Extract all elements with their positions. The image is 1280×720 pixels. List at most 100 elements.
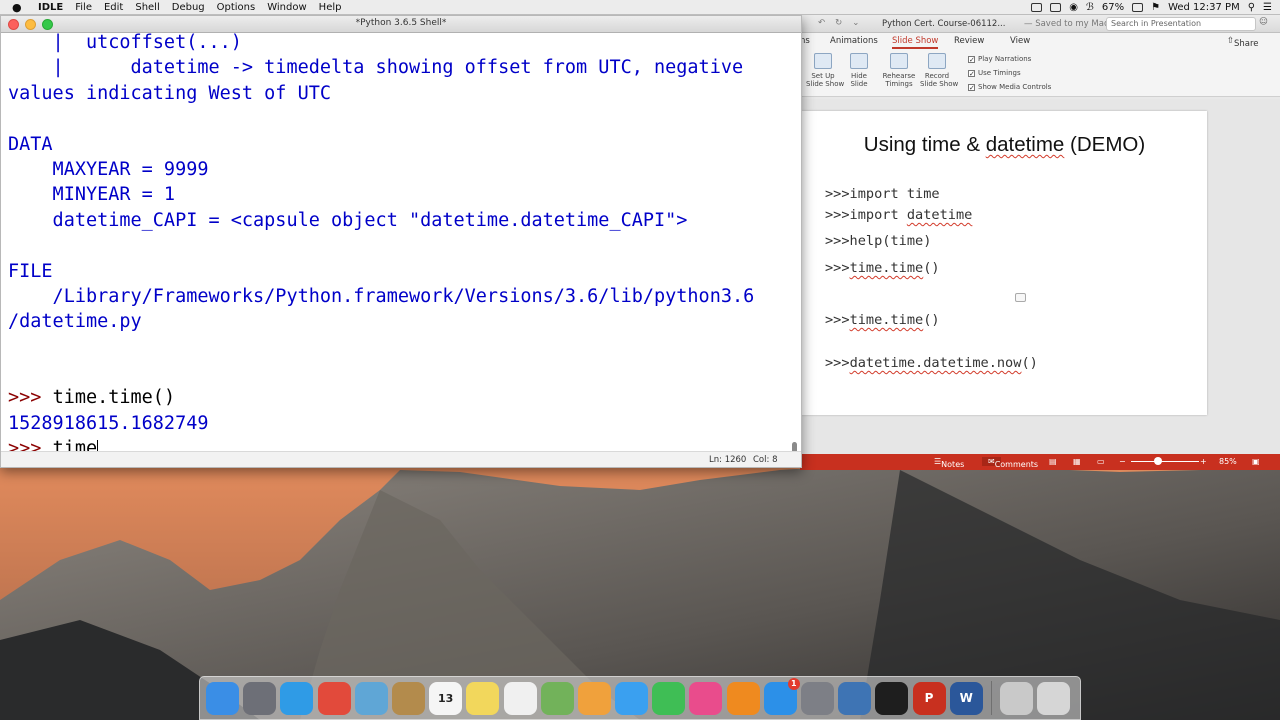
line-number: Ln: 1260: [709, 455, 747, 465]
undo-icon[interactable]: ↶: [818, 18, 825, 28]
idle-shell-window: *Python 3.6.5 Shell* | utcoffset(...) | …: [0, 15, 802, 468]
menu-window[interactable]: Window: [267, 2, 306, 13]
play-narrations-checkbox[interactable]: ✓ Play Narrations: [968, 55, 1031, 63]
shell-line: >>> time.time(): [8, 385, 792, 410]
itunes-icon[interactable]: [689, 681, 723, 715]
slide-code-line[interactable]: >>>time.time(): [825, 260, 940, 276]
fit-to-window-icon[interactable]: ▣: [1252, 457, 1260, 466]
notification-center-icon[interactable]: ☰: [1263, 2, 1272, 13]
messages-icon[interactable]: [615, 681, 649, 715]
tab-review[interactable]: Review: [954, 36, 984, 46]
terminal-icon[interactable]: [875, 681, 909, 715]
redo-icon[interactable]: ↻: [835, 18, 842, 28]
preview-icon[interactable]: [354, 681, 388, 715]
airplay-icon[interactable]: [1050, 2, 1062, 12]
menu-help[interactable]: Help: [319, 2, 342, 13]
safari-icon[interactable]: [280, 681, 314, 715]
word-icon[interactable]: W: [949, 681, 983, 715]
facetime-icon[interactable]: [652, 681, 686, 715]
chrome-icon[interactable]: [317, 681, 351, 715]
slide-code-line[interactable]: >>>datetime.datetime.now(): [825, 355, 1038, 371]
apple-menu-icon[interactable]: ●: [12, 1, 26, 14]
code-text: (): [1021, 355, 1038, 371]
spotlight-icon[interactable]: ⚲: [1248, 2, 1255, 13]
ppt-search-input[interactable]: Search in Presentation: [1106, 17, 1256, 31]
downloads-stack-icon[interactable]: [999, 681, 1033, 715]
slide-title[interactable]: Using time & datetime (DEMO): [802, 133, 1207, 157]
zoom-in-icon[interactable]: +: [1200, 457, 1207, 466]
menu-shell[interactable]: Shell: [135, 2, 159, 13]
set-up-slide-show-button[interactable]: Set Up Slide Show: [806, 53, 844, 88]
maps-icon[interactable]: [540, 681, 574, 715]
comments-button[interactable]: ✉ Comments: [982, 457, 1038, 469]
keyboard-flag-icon[interactable]: ⚑: [1151, 2, 1160, 13]
clock[interactable]: Wed 12:37 PM: [1168, 2, 1240, 13]
cloud-icon[interactable]: [1031, 2, 1043, 12]
app-store-icon[interactable]: 1: [763, 677, 800, 715]
ppt-saved-status: — Saved to my Mac: [1024, 19, 1109, 29]
use-timings-checkbox[interactable]: ✓ Use Timings: [968, 69, 1021, 77]
bluetooth-icon[interactable]: ℬ: [1086, 2, 1094, 13]
photos-icon[interactable]: [577, 681, 611, 715]
battery-icon[interactable]: [1132, 2, 1144, 12]
normal-view-icon[interactable]: ▤: [1049, 457, 1057, 466]
tab-slide-show[interactable]: Slide Show: [892, 36, 939, 49]
share-button[interactable]: ⇧ Share: [1227, 36, 1259, 49]
slide[interactable]: Using time & datetime (DEMO) >>>import t…: [802, 111, 1207, 415]
notes-button[interactable]: ☰ Notes: [934, 457, 964, 469]
notes-icon[interactable]: [466, 681, 500, 715]
menu-debug[interactable]: Debug: [172, 2, 205, 13]
trash-icon[interactable]: [1037, 681, 1071, 715]
show-media-controls-checkbox[interactable]: ✓ Show Media Controls: [968, 83, 1051, 91]
share-label: Share: [1234, 39, 1259, 49]
powerpoint-icon[interactable]: P: [912, 681, 946, 715]
smiley-feedback-icon[interactable]: ☺: [1259, 17, 1268, 27]
calendar-icon[interactable]: 13: [429, 681, 463, 715]
slide-code-line[interactable]: >>>import time: [825, 186, 940, 202]
system-preferences-icon[interactable]: [801, 681, 834, 715]
shell-line: | datetime -> timedelta showing offset f…: [8, 55, 792, 80]
shell-prompt: >>>: [8, 387, 53, 409]
menu-app-idle[interactable]: IDLE: [38, 2, 63, 13]
launchpad-icon[interactable]: [243, 681, 277, 715]
python-launcher-icon[interactable]: [838, 681, 872, 715]
finder-icon[interactable]: [206, 681, 239, 715]
slide-code-line[interactable]: >>>import datetime: [825, 207, 972, 223]
reminders-icon[interactable]: [503, 681, 537, 715]
customize-toolbar-icon[interactable]: ⌄: [852, 18, 859, 28]
hide-slide-button[interactable]: Hide Slide: [842, 53, 876, 88]
slide-code-line[interactable]: >>>help(time): [825, 233, 931, 249]
dock-item-label: W: [959, 691, 973, 705]
menu-edit[interactable]: Edit: [104, 2, 123, 13]
dock-item-label: P: [924, 691, 934, 705]
menu-options[interactable]: Options: [217, 2, 256, 13]
ibooks-icon[interactable]: [726, 681, 760, 715]
rehearse-timings-button[interactable]: Rehearse Timings: [882, 53, 916, 88]
comment-icon[interactable]: [1015, 293, 1026, 302]
shell-line: datetime_CAPI = <capsule object "datetim…: [8, 208, 792, 233]
shell-input: time.time(): [52, 387, 176, 409]
shell-text-area[interactable]: | utcoffset(...) | datetime -> timedelta…: [8, 30, 792, 454]
contacts-icon[interactable]: [391, 681, 425, 715]
shell-output: datetime_CAPI = <capsule object "datetim…: [8, 209, 688, 231]
slide-code-line[interactable]: >>>time.time(): [825, 312, 940, 328]
zoom-slider-knob[interactable]: [1154, 457, 1162, 465]
wifi-icon[interactable]: ◉: [1069, 2, 1078, 13]
battery-percent[interactable]: 67%: [1102, 2, 1124, 13]
slide-show-view-icon[interactable]: ▭: [1097, 457, 1105, 466]
zoom-out-icon[interactable]: −: [1119, 457, 1126, 466]
shell-output: DATA: [8, 133, 53, 155]
vertical-scrollbar[interactable]: [792, 36, 799, 454]
menu-file[interactable]: File: [75, 2, 92, 13]
code-underlined: time.time: [849, 312, 924, 328]
zoom-slider[interactable]: [1131, 461, 1199, 462]
record-slide-show-button[interactable]: Record Slide Show: [920, 53, 958, 88]
slide-sorter-icon[interactable]: ▦: [1073, 457, 1081, 466]
tab-animations[interactable]: Animations: [830, 36, 878, 46]
zoom-percent[interactable]: 85%: [1219, 457, 1237, 466]
slide-title-pre: Using time &: [863, 133, 986, 156]
tab-view[interactable]: View: [1010, 36, 1030, 46]
menu-bar: ● IDLE File Edit Shell Debug Options Win…: [0, 0, 1280, 15]
